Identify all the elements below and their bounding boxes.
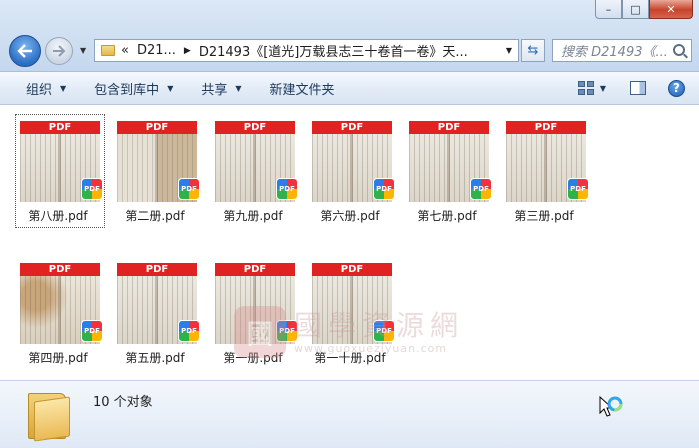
preview-pane-icon[interactable] (630, 81, 646, 95)
pdf-app-icon-label: PDF (570, 185, 586, 193)
search-placeholder: 搜索 D21493《... (561, 45, 668, 60)
pdf-band: PDF (215, 121, 295, 134)
pdf-band: PDF (312, 121, 392, 134)
pdf-band: PDF (117, 263, 197, 276)
pdf-band: PDF (20, 263, 100, 276)
breadcrumb-overflow[interactable]: « (121, 43, 129, 58)
pdf-app-icon-label: PDF (473, 185, 489, 193)
address-dropdown-icon[interactable]: ▼ (506, 46, 512, 55)
chevron-down-icon: ▼ (60, 83, 67, 93)
pdf-app-icon-label: PDF (84, 327, 100, 335)
pdf-app-icon-label: PDF (84, 185, 100, 193)
pdf-app-icon-label: PDF (181, 327, 197, 335)
file-item[interactable]: PDF PDF 第七册.pdf (403, 113, 495, 225)
pdf-band: PDF (117, 121, 197, 134)
file-item[interactable]: PDF PDF 第一册.pdf (209, 255, 301, 367)
file-item[interactable]: PDF PDF 第五册.pdf (111, 255, 203, 367)
change-view-icon[interactable] (577, 81, 594, 95)
file-item[interactable]: PDF PDF 第二册.pdf (111, 113, 203, 225)
pdf-app-icon-label: PDF (376, 327, 392, 335)
command-bar: 组织 ▼ 包含到库中 ▼ 共享 ▼ 新建文件夹 ▼ ? (0, 72, 699, 105)
pdf-app-icon: PDF (178, 320, 200, 342)
address-bar[interactable]: « D21... ▶ D21493《[道光]万载县志三十卷首一卷》天... ▼ (94, 39, 519, 62)
file-name[interactable]: 第四册.pdf (10, 349, 106, 366)
organize-menu[interactable]: 组织 ▼ (0, 72, 80, 104)
include-in-library-label: 包含到库中 (94, 82, 160, 98)
file-item[interactable]: PDF PDF 第八册.pdf (14, 113, 106, 228)
details-pane: 10 个对象 (0, 380, 699, 448)
pdf-app-icon: PDF (373, 178, 395, 200)
file-name[interactable]: 第一十册.pdf (302, 349, 398, 366)
recent-pages-dropdown[interactable]: ▼ (80, 46, 86, 55)
back-button[interactable] (9, 35, 41, 67)
help-icon[interactable]: ? (668, 79, 685, 97)
file-name[interactable]: 第五册.pdf (107, 349, 203, 366)
folder-icon (101, 45, 115, 56)
minimize-button[interactable]: – (595, 0, 622, 19)
pdf-app-icon: PDF (178, 178, 200, 200)
file-name[interactable]: 第二册.pdf (107, 207, 203, 224)
refresh-icon: ⇆ (527, 43, 539, 58)
pdf-app-icon-label: PDF (279, 327, 295, 335)
arrow-right-icon (53, 45, 66, 57)
pdf-app-icon: PDF (276, 178, 298, 200)
breadcrumb-item-parent[interactable]: D21... (137, 43, 176, 58)
file-item[interactable]: PDF PDF 第三册.pdf (500, 113, 592, 225)
chevron-down-icon: ▼ (167, 83, 174, 93)
busy-cursor-icon (599, 395, 623, 417)
arrow-left-icon (17, 44, 32, 58)
forward-button[interactable] (45, 37, 73, 65)
file-item[interactable]: PDF PDF 第四册.pdf (14, 255, 106, 367)
pdf-app-icon: PDF (81, 320, 103, 342)
search-icon[interactable] (673, 44, 685, 56)
search-input[interactable]: 搜索 D21493《... (552, 39, 692, 62)
file-list: PDF PDF 第八册.pdf PDF PDF 第二册.pdf PDF PDF 第九册.pdf P… (0, 106, 699, 380)
pdf-app-icon-label: PDF (181, 185, 197, 193)
item-count: 10 个对象 (93, 395, 153, 410)
include-in-library-menu[interactable]: 包含到库中 ▼ (80, 72, 187, 104)
folder-icon (28, 389, 72, 442)
file-name[interactable]: 第三册.pdf (496, 207, 592, 224)
file-name[interactable]: 第七册.pdf (399, 207, 495, 224)
share-menu[interactable]: 共享 ▼ (187, 72, 255, 104)
pdf-band: PDF (20, 121, 100, 134)
pdf-app-icon: PDF (567, 178, 589, 200)
maximize-button[interactable]: □ (622, 0, 649, 19)
file-item[interactable]: PDF PDF 第六册.pdf (306, 113, 398, 225)
chevron-down-icon: ▼ (235, 83, 242, 93)
file-name[interactable]: 第六册.pdf (302, 207, 398, 224)
pdf-app-icon-label: PDF (279, 185, 295, 193)
pdf-band: PDF (506, 121, 586, 134)
share-label: 共享 (201, 82, 228, 98)
file-name[interactable]: 第八册.pdf (10, 207, 106, 224)
window-controls: – □ ✕ (595, 0, 693, 19)
pdf-app-icon: PDF (81, 178, 103, 200)
file-item[interactable]: PDF PDF 第九册.pdf (209, 113, 301, 225)
new-folder-label: 新建文件夹 (269, 82, 335, 98)
pdf-app-icon-label: PDF (376, 185, 392, 193)
close-button[interactable]: ✕ (649, 0, 693, 19)
chevron-down-icon[interactable]: ▼ (600, 84, 606, 93)
window-chrome: – □ ✕ ▼ « D21... ▶ D21493《[道光]万载县志三十卷首一卷… (0, 0, 699, 72)
pdf-app-icon: PDF (276, 320, 298, 342)
pdf-band: PDF (215, 263, 295, 276)
organize-label: 组织 (26, 82, 53, 98)
new-folder-button[interactable]: 新建文件夹 (256, 72, 349, 104)
pdf-band: PDF (409, 121, 489, 134)
pdf-app-icon: PDF (470, 178, 492, 200)
pdf-band: PDF (312, 263, 392, 276)
file-item[interactable]: PDF PDF 第一十册.pdf (306, 255, 398, 367)
refresh-button[interactable]: ⇆ (521, 39, 545, 62)
file-name[interactable]: 第九册.pdf (205, 207, 301, 224)
toolbar-right: ▼ ? (577, 72, 699, 104)
chevron-right-icon[interactable]: ▶ (184, 46, 191, 56)
file-name[interactable]: 第一册.pdf (205, 349, 301, 366)
breadcrumb-item-current[interactable]: D21493《[道光]万载县志三十卷首一卷》天... (199, 41, 468, 60)
pdf-app-icon: PDF (373, 320, 395, 342)
